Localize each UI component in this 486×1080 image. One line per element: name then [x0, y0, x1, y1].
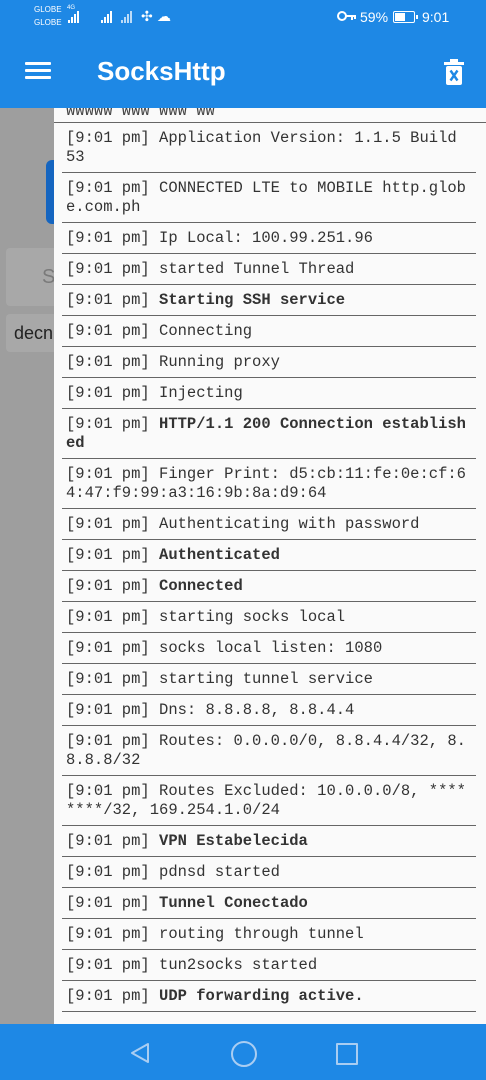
trash-icon[interactable]: [443, 58, 465, 86]
log-entry: [9:01 pm] pdnsd started: [62, 857, 476, 888]
app-toolbar: SocksHttp: [0, 34, 486, 108]
log-message: Running proxy: [159, 353, 280, 371]
log-timestamp: [9:01 pm]: [66, 732, 150, 750]
log-timestamp: [9:01 pm]: [66, 291, 150, 309]
log-entry: [9:01 pm] tun2socks started: [62, 950, 476, 981]
back-icon[interactable]: [128, 1041, 152, 1065]
hamburger-icon[interactable]: [25, 62, 51, 80]
log-entry: [9:01 pm] started Tunnel Thread: [62, 254, 476, 285]
log-timestamp: [9:01 pm]: [66, 670, 150, 688]
log-message: routing through tunnel: [159, 925, 364, 943]
log-message: Tunnel Conectado: [159, 894, 308, 912]
log-message: VPN Estabelecida: [159, 832, 308, 850]
log-entry: [9:01 pm] starting socks local: [62, 602, 476, 633]
log-timestamp: [9:01 pm]: [66, 577, 150, 595]
log-message: Authenticated: [159, 546, 280, 564]
log-message: started Tunnel Thread: [159, 260, 355, 278]
log-timestamp: [9:01 pm]: [66, 863, 150, 881]
log-entry: [9:01 pm] Routes Excluded: 10.0.0.0/8, *…: [62, 776, 476, 826]
log-message: Starting SSH service: [159, 291, 346, 309]
log-timestamp: [9:01 pm]: [66, 832, 150, 850]
log-timestamp: [9:01 pm]: [66, 415, 150, 433]
log-timestamp: [9:01 pm]: [66, 322, 150, 340]
log-list: [9:01 pm] Application Version: 1.1.5 Bui…: [54, 123, 486, 1012]
log-entry: [9:01 pm] starting tunnel service: [62, 664, 476, 695]
log-message: Dns: 8.8.8.8, 8.8.4.4: [159, 701, 355, 719]
log-entry: [9:01 pm] Finger Print: d5:cb:11:fe:0e:c…: [62, 459, 476, 509]
log-timestamp: [9:01 pm]: [66, 515, 150, 533]
log-timestamp: [9:01 pm]: [66, 546, 150, 564]
recent-apps-icon[interactable]: [336, 1043, 358, 1065]
log-entry: [9:01 pm] socks local listen: 1080: [62, 633, 476, 664]
cloud-icon: ☁: [157, 8, 171, 24]
log-entry: [9:01 pm] Routes: 0.0.0.0/0, 8.8.4.4/32,…: [62, 726, 476, 776]
log-timestamp: [9:01 pm]: [66, 701, 150, 719]
key-icon: [337, 8, 357, 26]
log-message: Injecting: [159, 384, 243, 402]
log-message: Connected: [159, 577, 243, 595]
log-timestamp: [9:01 pm]: [66, 894, 150, 912]
log-message: Ip Local: 100.99.251.96: [159, 229, 373, 247]
log-timestamp: [9:01 pm]: [66, 639, 150, 657]
log-entry: [9:01 pm] HTTP/1.1 200 Connection establ…: [62, 409, 476, 459]
log-entry: [9:01 pm] Injecting: [62, 378, 476, 409]
battery-icon: [393, 11, 418, 23]
log-timestamp: [9:01 pm]: [66, 384, 150, 402]
carrier-label: GLOBE: [34, 18, 62, 27]
log-entry: [9:01 pm] VPN Estabelecida: [62, 826, 476, 857]
log-timestamp: [9:01 pm]: [66, 782, 150, 800]
battery-percent: 59%: [360, 9, 389, 25]
log-message: socks local listen: 1080: [159, 639, 383, 657]
app-title: SocksHttp: [97, 56, 226, 86]
log-entry: [9:01 pm] UDP forwarding active.: [62, 981, 476, 1012]
log-entry: [9:01 pm] Connecting: [62, 316, 476, 347]
log-timestamp: [9:01 pm]: [66, 353, 150, 371]
log-entry: [9:01 pm] Connected: [62, 571, 476, 602]
log-timestamp: [9:01 pm]: [66, 179, 150, 197]
log-entry: [9:01 pm] Authenticating with password: [62, 509, 476, 540]
log-panel[interactable]: WWWWW WWW WWW WW [9:01 pm] Application V…: [54, 108, 486, 1024]
log-message: starting socks local: [159, 608, 346, 626]
log-entry: [9:01 pm] Application Version: 1.1.5 Bui…: [62, 123, 476, 173]
clock: 9:01: [422, 9, 450, 25]
log-timestamp: [9:01 pm]: [66, 129, 150, 147]
fan-icon: ✣: [141, 8, 153, 24]
log-entry: [9:01 pm] routing through tunnel: [62, 919, 476, 950]
log-entry: [9:01 pm] CONNECTED LTE to MOBILE http.g…: [62, 173, 476, 223]
carrier-label: GLOBE: [34, 5, 62, 14]
status-bar: GLOBE GLOBE 4G ✣ ☁ 59% 9:01: [0, 0, 486, 34]
log-entry: [9:01 pm] Tunnel Conectado: [62, 888, 476, 919]
log-timestamp: [9:01 pm]: [66, 465, 150, 483]
log-timestamp: [9:01 pm]: [66, 987, 150, 1005]
log-message: pdnsd started: [159, 863, 280, 881]
log-message: Authenticating with password: [159, 515, 420, 533]
signal-icon: [101, 11, 117, 23]
log-message: starting tunnel service: [159, 670, 373, 688]
log-entry-partial: WWWWW WWW WWW WW: [54, 108, 486, 123]
log-entry: [9:01 pm] Dns: 8.8.8.8, 8.8.4.4: [62, 695, 476, 726]
log-entry: [9:01 pm] Ip Local: 100.99.251.96: [62, 223, 476, 254]
log-timestamp: [9:01 pm]: [66, 956, 150, 974]
log-timestamp: [9:01 pm]: [66, 260, 150, 278]
log-entry: [9:01 pm] Running proxy: [62, 347, 476, 378]
log-entry: [9:01 pm] Starting SSH service: [62, 285, 476, 316]
log-message: tun2socks started: [159, 956, 318, 974]
log-timestamp: [9:01 pm]: [66, 608, 150, 626]
log-timestamp: [9:01 pm]: [66, 229, 150, 247]
home-icon[interactable]: [231, 1041, 257, 1067]
signal-icon: [121, 11, 137, 23]
log-entry: [9:01 pm] Authenticated: [62, 540, 476, 571]
log-message: Connecting: [159, 322, 253, 340]
navigation-bar: [0, 1024, 486, 1080]
log-message: UDP forwarding active.: [159, 987, 364, 1005]
signal-icon: [68, 11, 84, 23]
log-timestamp: [9:01 pm]: [66, 925, 150, 943]
